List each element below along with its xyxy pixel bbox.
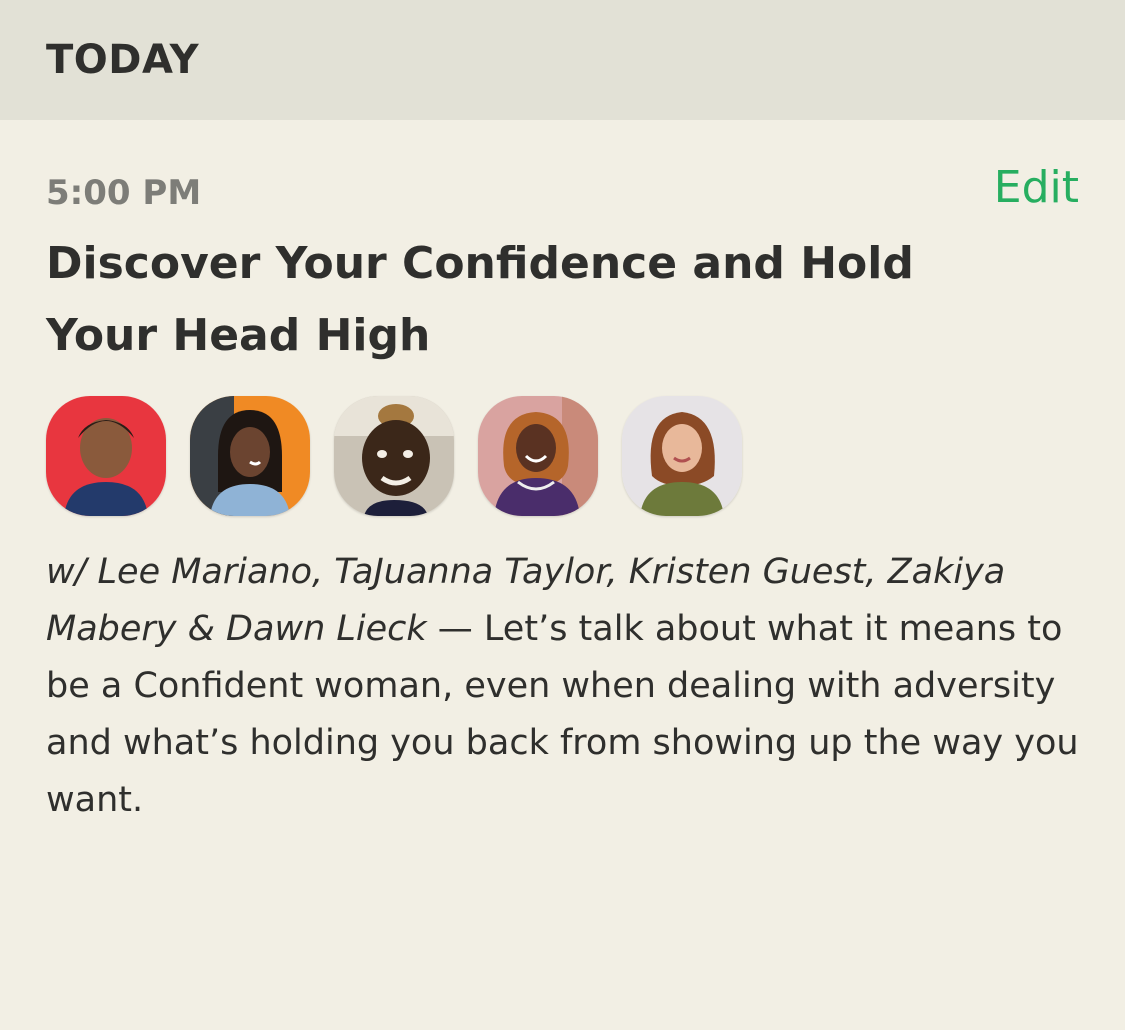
avatar-photo-icon: [334, 396, 454, 516]
host-avatar-3[interactable]: [334, 396, 454, 516]
day-label: TODAY: [46, 37, 200, 83]
avatar-photo-icon: [478, 396, 598, 516]
host-avatar-1[interactable]: [46, 396, 166, 516]
avatar-photo-icon: [190, 396, 310, 516]
host-avatar-2[interactable]: [190, 396, 310, 516]
host-avatars: [46, 396, 742, 516]
host-avatar-4[interactable]: [478, 396, 598, 516]
avatar-photo-icon: [46, 396, 166, 516]
event-time: 5:00 PM: [46, 173, 202, 213]
day-section-header: TODAY: [0, 0, 1125, 120]
edit-button[interactable]: Edit: [994, 160, 1079, 216]
event-title: Discover Your Confidence and Hold Your H…: [46, 238, 914, 361]
description-separator: —: [426, 609, 484, 649]
event-description: w/ Lee Mariano, TaJuanna Taylor, Kristen…: [46, 544, 1086, 829]
host-avatar-5[interactable]: [622, 396, 742, 516]
avatar-photo-icon: [622, 396, 742, 516]
event-card[interactable]: 5:00 PM Edit Discover Your Confidence an…: [0, 120, 1125, 1030]
